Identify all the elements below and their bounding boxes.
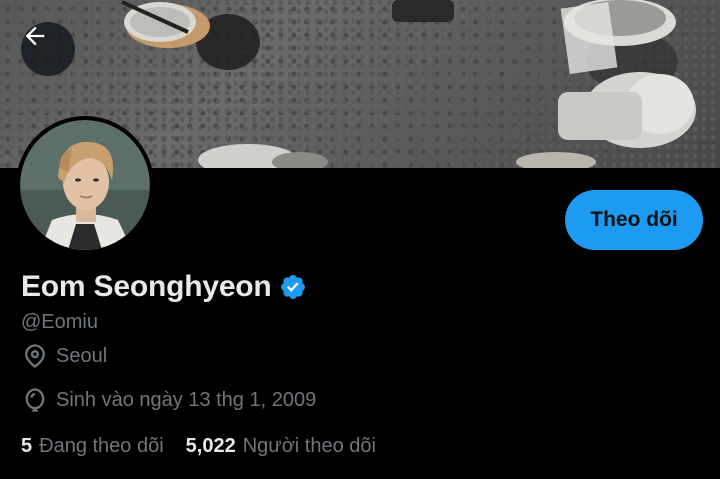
display-name: Eom Seonghyeon	[21, 270, 272, 303]
following-link[interactable]: 5 Đang theo dõi	[21, 435, 164, 458]
birthdate-row: Sinh vào ngày 13 thg 1, 2009	[21, 386, 316, 414]
back-button[interactable]	[21, 22, 75, 76]
following-count: 5	[21, 435, 33, 457]
arrow-left-icon	[25, 26, 45, 46]
verified-badge-icon[interactable]	[279, 273, 307, 301]
followers-count: 5,022	[185, 435, 236, 457]
location-text: Seoul	[56, 344, 108, 367]
following-label: Đang theo dõi	[39, 435, 164, 457]
follow-stats: 5 Đang theo dõi 5,022 Người theo dõi	[21, 435, 376, 458]
location-row: Seoul	[21, 342, 107, 370]
profile-screen: Theo dõi Eom Seonghyeon @Eomiu Seoul Sin…	[0, 0, 720, 479]
birthdate-text: Sinh vào ngày 13 thg 1, 2009	[56, 388, 317, 411]
user-handle: @Eomiu	[21, 311, 98, 333]
avatar-photo	[20, 120, 150, 250]
follow-button[interactable]: Theo dõi	[565, 190, 703, 250]
name-row: Eom Seonghyeon	[21, 270, 307, 304]
balloon-icon	[25, 388, 45, 412]
followers-link[interactable]: 5,022 Người theo dõi	[186, 435, 376, 458]
followers-label: Người theo dõi	[242, 435, 376, 457]
profile-avatar[interactable]	[16, 116, 154, 254]
map-pin-icon	[25, 344, 45, 368]
cup-illustration	[121, 0, 210, 48]
